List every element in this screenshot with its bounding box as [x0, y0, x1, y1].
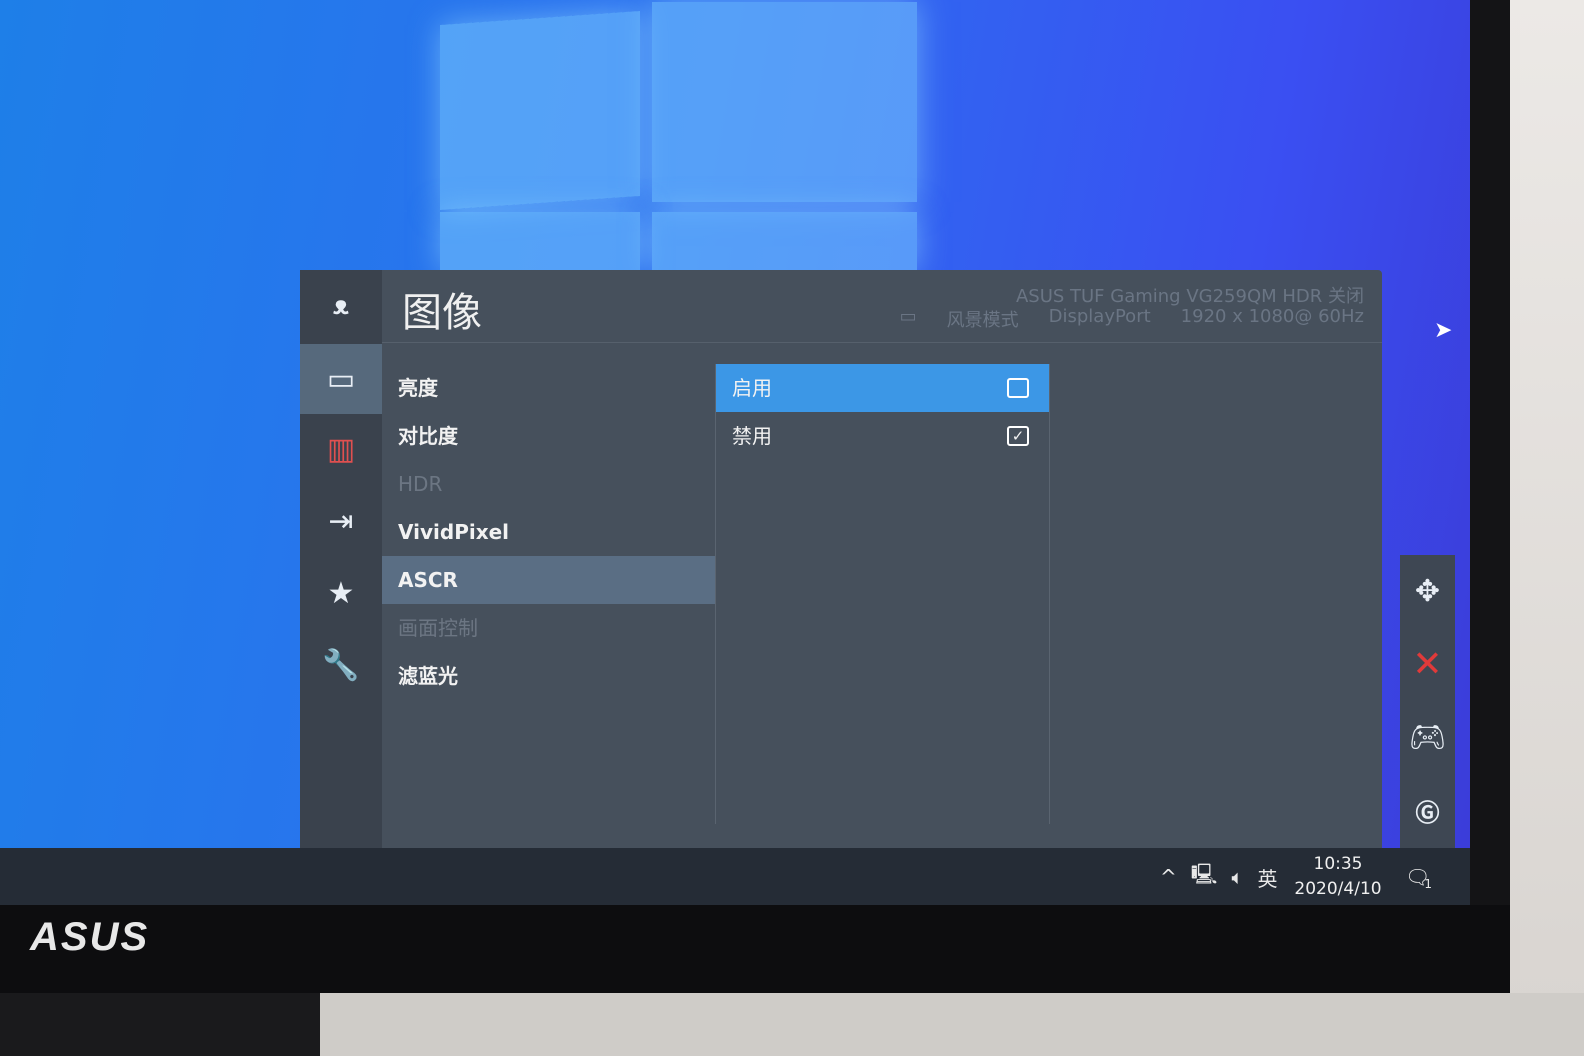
checkbox-checked-icon[interactable]: ✓ — [1007, 426, 1029, 446]
osd-model-info: ASUS TUF Gaming VG259QM HDR 关闭 — [1015, 286, 1364, 307]
option-enable[interactable]: 启用 — [716, 364, 1049, 412]
menu-item-hdr: HDR — [398, 472, 443, 496]
volume-icon[interactable]: 🔈︎ — [1231, 865, 1243, 889]
hotkey-panel: ✥ ✕ 🎮︎ Ⓖ — [1400, 555, 1455, 848]
monitor-icon: ▭ — [899, 306, 917, 327]
navigate-icon[interactable]: ✥ — [1400, 555, 1455, 628]
osd-mode: 风景模式 — [946, 310, 1019, 331]
system-tray: ^ 🖳 🔈︎ 英 — [1160, 848, 1277, 906]
chevron-up-icon[interactable]: ^ — [1160, 865, 1177, 889]
menu-item-contrast[interactable]: 对比度 — [382, 412, 715, 460]
windows-logo-pane — [440, 11, 640, 210]
image-icon[interactable]: ▭ — [300, 344, 382, 414]
osd-input: DisplayPort — [1048, 306, 1151, 327]
desk-surface — [320, 993, 1584, 1056]
monitor-bezel-bottom — [0, 905, 1510, 993]
color-icon[interactable]: ▥ — [300, 414, 382, 484]
asus-logo: ASUS — [30, 915, 150, 959]
osd-status-line: ▭ 风景模式 DisplayPort 1920 x 1080@ 60Hz — [900, 306, 1364, 332]
wrench-icon[interactable]: 🔧 — [300, 630, 382, 700]
clock-time: 10:35 — [1313, 854, 1363, 874]
mouse-cursor-icon: ➤ — [1434, 318, 1453, 343]
osd-menu: ᴥ ▭ ▥ ⇥ ★ 🔧 图像 ASUS TUF Gaming VG259QM H… — [300, 270, 1382, 848]
menu-item-vividpixel[interactable]: VividPixel — [382, 508, 715, 556]
notification-button[interactable]: 🗨︎ 1 — [1405, 848, 1432, 906]
osd-sidebar: ᴥ ▭ ▥ ⇥ ★ 🔧 — [300, 270, 382, 848]
windows-logo-pane — [440, 212, 640, 270]
osd-options: 启用 禁用 ✓ — [715, 364, 1050, 824]
menu-item-ascr[interactable]: ASCR — [382, 556, 715, 604]
option-label: 启用 — [732, 376, 772, 400]
checkbox-unchecked-icon[interactable] — [1007, 378, 1029, 398]
clock-date: 2020/4/10 — [1294, 879, 1382, 899]
osd-resolution: 1920 x 1080@ 60Hz — [1180, 306, 1364, 327]
input-icon[interactable]: ⇥ — [300, 486, 382, 556]
option-label: 禁用 — [732, 424, 772, 448]
menu-item-brightness[interactable]: 亮度 — [382, 364, 715, 412]
menu-item-blue-light-filter[interactable]: 滤蓝光 — [382, 652, 715, 700]
windows-logo-pane — [652, 2, 917, 202]
monitor-stand — [0, 993, 320, 1056]
divider — [382, 342, 1382, 343]
osd-title: 图像 — [402, 290, 482, 336]
ime-indicator[interactable]: 英 — [1257, 863, 1277, 892]
clock[interactable]: 10:35 2020/4/10 — [1290, 852, 1386, 902]
network-icon[interactable]: 🖳 — [1191, 860, 1218, 894]
tuf-logo-icon: ᴥ — [333, 290, 349, 321]
favorite-star-icon[interactable]: ★ — [300, 558, 382, 628]
gamepad-icon[interactable]: 🎮︎ — [1400, 701, 1455, 774]
gameplus-icon[interactable]: Ⓖ — [1400, 774, 1455, 847]
menu-item-picture-control: 画面控制 — [398, 616, 478, 640]
osd-menu-list: 亮度 对比度 HDR VividPixel ASCR 画面控制 滤蓝光 — [382, 364, 715, 700]
taskbar: ^ 🖳 🔈︎ 英 10:35 2020/4/10 🗨︎ 1 — [0, 848, 1470, 906]
option-disable[interactable]: 禁用 ✓ — [716, 412, 1049, 460]
close-icon[interactable]: ✕ — [1400, 628, 1455, 701]
windows-logo-pane — [652, 212, 917, 270]
notification-count: 1 — [1424, 877, 1433, 891]
